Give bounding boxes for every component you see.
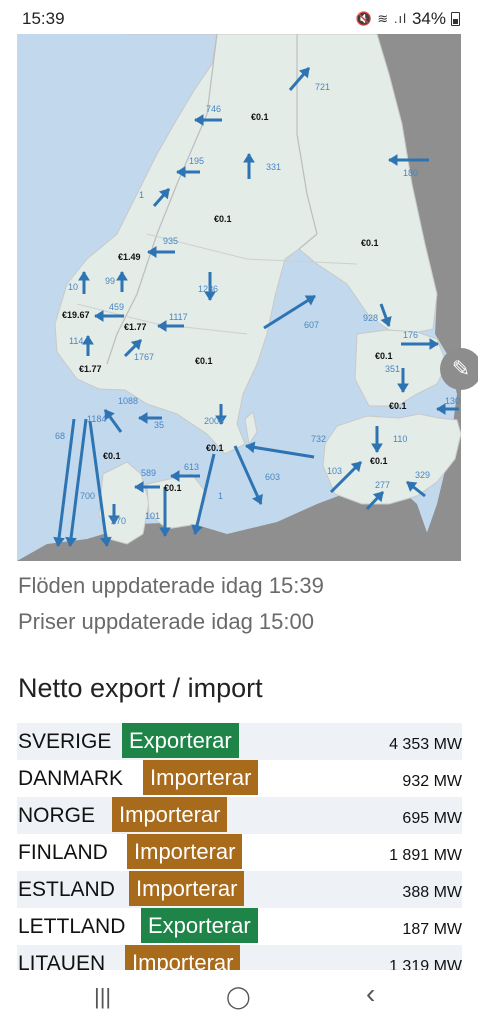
status-badge: Exporterar (141, 908, 258, 943)
flows-updated-text: Flöden uppdaterade idag 15:39 (18, 573, 324, 598)
table-row[interactable]: DANMARK Importerar 932 MW (17, 760, 462, 797)
flow-label: 351 (385, 364, 400, 374)
net-table: SVERIGE Exporterar 4 353 MW DANMARK Impo… (17, 723, 462, 982)
flow-label: 99 (105, 276, 115, 286)
flow-label: 721 (315, 82, 330, 92)
country-name: NORGE (18, 804, 96, 827)
country-name: SVERIGE (18, 730, 112, 753)
price-label: €0.1 (103, 451, 121, 461)
price-label: €0.1 (375, 351, 393, 361)
flow-label: 1117 (169, 312, 188, 322)
pencil-icon: ✎ (451, 356, 471, 381)
flow-label: 101 (145, 511, 160, 521)
flow-label: 607 (304, 320, 319, 330)
price-label: €0.1 (251, 112, 269, 122)
table-row[interactable]: LETTLAND Exporterar 187 MW (17, 908, 462, 945)
home-button[interactable]: ◯ (226, 984, 251, 1010)
mw-value: 932 MW (402, 773, 462, 790)
price-label: €0.1 (164, 483, 182, 493)
flow-label: 459 (109, 302, 124, 312)
price-label: €0.1 (195, 356, 213, 366)
mw-value: 1 891 MW (389, 847, 462, 864)
status-badge: Importerar (143, 760, 259, 795)
price-label: €1.77 (124, 322, 147, 332)
flow-label: 1286 (198, 284, 218, 294)
flow-label: 10 (68, 282, 78, 292)
flow-label: 35 (154, 420, 164, 430)
net-section-title: Netto export / import (18, 673, 263, 703)
flow-label: 270 (111, 516, 126, 526)
flow-label: 1 (139, 190, 144, 200)
flow-label: 2004 (204, 416, 224, 426)
table-row[interactable]: ESTLAND Importerar 388 MW (17, 871, 462, 908)
flow-label: 928 (363, 313, 378, 323)
flow-label: 195 (189, 156, 204, 166)
flow-label: 732 (311, 434, 326, 444)
flow-label: 589 (141, 468, 156, 478)
mw-value: 695 MW (402, 810, 462, 827)
edit-button[interactable]: ✎ (440, 348, 478, 390)
table-row[interactable]: FINLAND Importerar 1 891 MW (17, 834, 462, 871)
price-label: €0.1 (389, 401, 407, 411)
price-label: €1.77 (79, 364, 102, 374)
battery-icon (451, 12, 460, 26)
price-label: €0.1 (370, 456, 388, 466)
flow-label: 68 (55, 431, 65, 441)
mw-value: 388 MW (402, 884, 462, 901)
status-indicators: 🔇 ≋ .ıl 34% (356, 9, 460, 29)
navigation-bar: ||| ◯ ‹ (0, 970, 478, 1024)
price-label: €19.67 (62, 310, 90, 320)
flow-label: 114 (69, 336, 83, 346)
country-name: DANMARK (18, 767, 124, 790)
status-badge: Importerar (112, 797, 228, 832)
table-row[interactable]: SVERIGE Exporterar 4 353 MW (17, 723, 462, 760)
flow-label: 103 (327, 466, 342, 476)
battery-percent: 34% (411, 9, 446, 28)
country-name: ESTLAND (18, 878, 115, 901)
flow-label: 1767 (134, 352, 154, 362)
flow-label: 1184 (87, 414, 106, 424)
flow-label: 700 (80, 491, 95, 501)
mw-value: 187 MW (402, 921, 462, 938)
country-name: LETTLAND (18, 915, 126, 938)
flow-label: 176 (403, 330, 418, 340)
flow-label: 180 (403, 168, 418, 178)
recents-button[interactable]: ||| (94, 984, 111, 1010)
price-label: €0.1 (214, 214, 232, 224)
flow-label: 130 (445, 396, 460, 406)
power-flow-map[interactable]: 721 746 195 331 180 1 935 99 10 459 1286 1117 114 176… (17, 34, 461, 561)
back-button[interactable]: ‹ (366, 978, 375, 1010)
status-time: 15:39 (22, 9, 65, 28)
status-badge: Exporterar (122, 723, 239, 758)
table-row[interactable]: NORGE Importerar 695 MW (17, 797, 462, 834)
status-bar: 15:39 🔇 ≋ .ıl 34% (0, 0, 478, 34)
flow-label: 1088 (118, 396, 138, 406)
flow-label: 331 (266, 162, 281, 172)
price-label: €1.49 (118, 252, 141, 262)
flow-label: 277 (375, 480, 390, 490)
price-label: €0.1 (206, 443, 224, 453)
prices-updated-text: Priser uppdaterade idag 15:00 (18, 609, 314, 634)
flow-label: 613 (184, 462, 199, 472)
flow-label: 1 (218, 491, 223, 501)
flow-label: 746 (206, 104, 221, 114)
flow-label: 329 (415, 470, 430, 480)
flow-label: 935 (163, 236, 178, 246)
country-name: FINLAND (18, 841, 108, 864)
signal-icons: 🔇 ≋ .ıl (355, 11, 407, 26)
flow-label: 110 (393, 434, 407, 444)
price-label: €0.1 (361, 238, 379, 248)
mw-value: 4 353 MW (389, 736, 462, 753)
flow-label: 603 (265, 472, 280, 482)
status-badge: Importerar (129, 871, 245, 906)
status-badge: Importerar (127, 834, 243, 869)
